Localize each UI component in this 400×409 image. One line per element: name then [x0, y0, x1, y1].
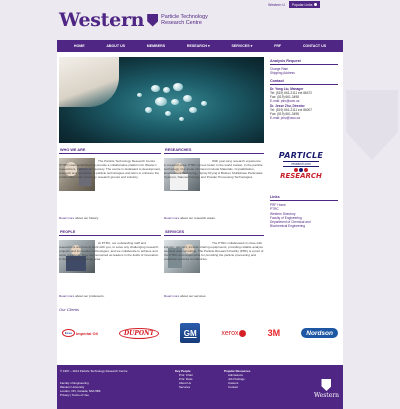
client-name-dupont: DUPONT [123, 329, 155, 337]
client-logo-nordson[interactable]: Nordson [301, 328, 338, 338]
top-link-western[interactable]: Western U [268, 3, 285, 7]
droplet [183, 95, 192, 102]
background-crest [346, 90, 398, 160]
crest-icon [147, 13, 159, 27]
particle-logo-line3: RESEARCH [280, 172, 322, 180]
services-title: SERVICES [164, 230, 264, 236]
sidebar: Analysis Request Charge Rate Shipping Ad… [270, 59, 338, 120]
client-name-imperial-oil: Imperial Oil [76, 330, 98, 336]
links-title: Links [270, 195, 338, 202]
droplet [137, 93, 142, 97]
research-text: With year-long research experience in re… [164, 159, 263, 179]
client-logo-3m[interactable]: 3M [268, 328, 281, 338]
nav-item-contact[interactable]: CONTACT US [303, 44, 326, 48]
services-text: The PTRC collaborated in close with indu… [164, 241, 264, 261]
footer-copyright: © 1997 – 2014 Particle Technology Resear… [60, 369, 128, 373]
droplet [165, 111, 171, 116]
droplet [173, 83, 183, 91]
footer-logo-word: Western [313, 392, 339, 399]
who-we-are-readmore-link[interactable]: Read more [59, 216, 74, 220]
footer-privacy-links[interactable]: Privacy | Terms of Use [60, 393, 100, 398]
who-we-are-readmore-suffix: about our history. [75, 216, 99, 220]
clients-title: Our Clients [59, 307, 80, 312]
client-name-xerox: xerox [221, 329, 239, 337]
logo-wordmark: Western [59, 9, 145, 31]
people-text: At PTRC, our outstanding staff and resea… [59, 241, 159, 261]
particle-research-logo[interactable]: PARTICLE research.com RESEARCH [277, 151, 325, 187]
link-dept-biochemical[interactable]: Biochemical Engineering [270, 224, 338, 228]
people-readmore-suffix: about our professors. [75, 294, 105, 298]
page: Western U Popular Links Western Particle… [0, 0, 400, 409]
site-logo[interactable]: Western Particle Technology Research Cen… [59, 9, 208, 31]
droplet [163, 87, 170, 93]
links-panel: Links PRF Home PTRC Western Directory Fa… [270, 195, 338, 228]
droplet [151, 85, 160, 92]
nav-item-services[interactable]: SERVICES ▾ [232, 44, 253, 48]
research-readmore: Read more about our research areas. [164, 216, 216, 220]
contact-director-email[interactable]: E-mail: jzhu@uwo.ca [270, 116, 338, 120]
services-readmore-suffix: about our services. [180, 294, 207, 298]
nav-item-research[interactable]: RESEARCH ▾ [187, 44, 210, 48]
client-name-3m: 3M [267, 328, 281, 338]
unit-name: Particle Technology Research Centre [161, 14, 208, 26]
footer-col-resources: Popular Resources Admissions Job Posting… [224, 369, 250, 390]
contact-title: Contact [270, 79, 338, 85]
droplet [171, 99, 179, 105]
services-readmore: Read more about our services. [164, 294, 206, 298]
droplet [201, 101, 207, 106]
footer-link[interactable]: Services [175, 385, 193, 390]
footer-link[interactable]: Contact [224, 385, 250, 390]
popular-links-button[interactable]: Popular Links [288, 1, 321, 8]
droplet [145, 107, 152, 113]
people-title: PEOPLE [59, 230, 161, 236]
who-we-are-readmore: Read more about our history. [59, 216, 99, 220]
particle-logo-line2: research.com [283, 161, 319, 167]
client-logo-dupont[interactable]: DUPONT [118, 327, 160, 339]
client-name-nordson: Nordson [306, 329, 333, 337]
people-readmore-link[interactable]: Read more [59, 294, 74, 298]
client-logo-imperial-oil[interactable]: Esso Imperial Oil [62, 329, 98, 337]
nav-item-home[interactable]: HOME [74, 44, 85, 48]
clients-logos: Esso Imperial Oil DUPONT GM xerox 3M Nor… [62, 322, 338, 344]
hero-image [59, 57, 264, 143]
nav-item-members[interactable]: MEMBERS [147, 44, 165, 48]
unit-name-line2: Research Centre [161, 20, 202, 26]
research-readmore-suffix: about our research areas. [180, 216, 216, 220]
footer: © 1997 – 2014 Particle Technology Resear… [57, 365, 343, 409]
client-logo-xerox[interactable]: xerox [221, 329, 247, 337]
analysis-request-title[interactable]: Analysis Request [270, 59, 338, 66]
footer-logo[interactable]: Western [314, 379, 339, 399]
people-readmore: Read more about our professors. [59, 294, 104, 298]
popular-links-label: Popular Links [291, 2, 313, 7]
who-we-are-text: The Particle Technology Research Centre … [59, 159, 161, 179]
droplet [155, 97, 167, 106]
main-nav: HOME ABOUT US MEMBERS RESEARCH ▾ SERVICE… [57, 40, 343, 52]
nav-item-frf[interactable]: FRF [274, 44, 281, 48]
esso-icon: Esso [62, 329, 75, 337]
who-we-are-title: WHO WE ARE [59, 148, 161, 154]
glove-shape [59, 57, 119, 107]
services-readmore-link[interactable]: Read more [164, 294, 179, 298]
droplet [189, 107, 197, 113]
research-title: RESEARCHES [164, 148, 264, 154]
footer-col-key-people: Key People Prof. Chair Prof. Ross About … [175, 369, 193, 390]
footer-crest-icon [321, 379, 332, 391]
client-logo-gm[interactable]: GM [180, 323, 201, 343]
chevron-down-icon [314, 3, 318, 6]
droplet [179, 117, 184, 121]
top-links: Western U Popular Links [268, 1, 321, 8]
particle-logo-line1: PARTICLE [278, 151, 324, 160]
xerox-ball-icon [239, 329, 247, 337]
footer-address: Faculty of Engineering Western Universit… [60, 381, 100, 398]
nav-item-about[interactable]: ABOUT US [106, 44, 125, 48]
research-readmore-link[interactable]: Read more [164, 216, 179, 220]
client-name-gm: GM [183, 328, 197, 338]
